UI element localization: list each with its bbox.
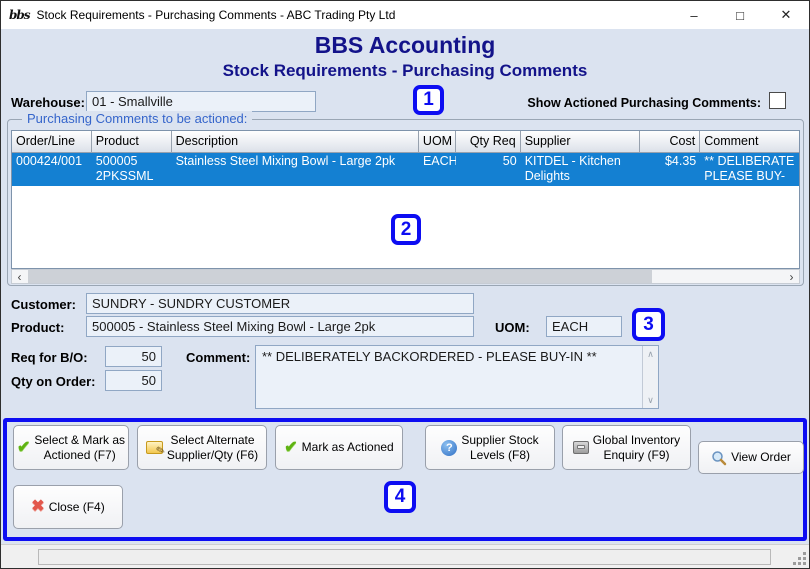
- cell-product: 500005 2PKSSML: [95, 154, 154, 183]
- column-header-qty-req[interactable]: Qty Req: [456, 131, 521, 152]
- column-header-product[interactable]: Product: [92, 131, 172, 152]
- column-header-supplier[interactable]: Supplier: [521, 131, 641, 152]
- mark-actioned-button[interactable]: ✔ Mark as Actioned: [275, 425, 403, 470]
- annotation-4: 4: [384, 481, 416, 513]
- comment-vertical-scrollbar[interactable]: ∧ ∨: [642, 346, 658, 408]
- horizontal-scrollbar[interactable]: ‹ ›: [11, 269, 800, 284]
- status-bar: [1, 544, 809, 568]
- global-inventory-enquiry-button[interactable]: Global Inventory Enquiry (F9): [562, 425, 691, 470]
- column-header-order-line[interactable]: Order/Line: [12, 131, 92, 152]
- close-button[interactable]: ✖ Close (F4): [13, 485, 123, 529]
- cell-order-line: 000424/001: [16, 154, 83, 168]
- select-mark-actioned-button[interactable]: ✔ Select & Mark as Actioned (F7): [13, 425, 129, 470]
- annotation-3: 3: [632, 308, 665, 341]
- table-header-row: Order/Line Product Description UOM Qty R…: [12, 131, 799, 153]
- warehouse-field[interactable]: 01 - Smallville: [86, 91, 316, 112]
- status-panel: [38, 549, 771, 565]
- req-for-bo-label: Req for B/O:: [11, 350, 88, 365]
- magnifier-icon: [711, 450, 727, 466]
- scroll-left-icon[interactable]: ‹: [12, 270, 27, 284]
- column-header-description[interactable]: Description: [172, 131, 419, 152]
- annotation-2: 2: [391, 214, 421, 245]
- cell-cost: $4.35: [664, 154, 697, 168]
- uom-label: UOM:: [495, 320, 530, 335]
- close-window-button[interactable]: ✕: [763, 1, 809, 29]
- check-icon: ✔: [16, 438, 31, 456]
- app-title: BBS Accounting: [314, 32, 496, 58]
- resize-grip[interactable]: [793, 552, 806, 565]
- column-header-comment[interactable]: Comment: [700, 131, 799, 152]
- supplier-stock-levels-button[interactable]: ? Supplier Stock Levels (F8): [425, 425, 555, 470]
- comment-label: Comment:: [186, 350, 251, 365]
- maximize-button[interactable]: □: [717, 1, 763, 29]
- warehouse-label: Warehouse:: [11, 95, 85, 110]
- window-title: Stock Requirements - Purchasing Comments…: [36, 8, 396, 22]
- comments-table: Order/Line Product Description UOM Qty R…: [11, 130, 800, 269]
- product-label: Product:: [11, 320, 65, 335]
- customer-label: Customer:: [11, 297, 77, 312]
- cell-uom: EACH: [422, 154, 456, 168]
- bbs-logo-icon: bbs: [9, 8, 31, 22]
- question-icon: ?: [441, 439, 458, 456]
- note-pencil-icon: ✎: [145, 441, 166, 458]
- product-field[interactable]: 500005 - Stainless Steel Mixing Bowl - L…: [86, 316, 474, 337]
- groupbox-title: Purchasing Comments to be actioned:: [22, 111, 253, 126]
- scroll-down-icon[interactable]: ∨: [643, 393, 658, 407]
- cell-description: Stainless Steel Mixing Bowl - Large 2pk: [175, 154, 396, 168]
- comment-text: ** DELIBERATELY BACKORDERED - PLEASE BUY…: [262, 349, 597, 364]
- table-row[interactable]: 000424/001 500005 2PKSSML Stainless Stee…: [12, 153, 799, 186]
- qty-on-order-field[interactable]: 50: [105, 370, 162, 391]
- screen-title: Stock Requirements - Purchasing Comments: [222, 61, 588, 80]
- show-actioned-label: Show Actioned Purchasing Comments:: [527, 96, 761, 110]
- customer-field[interactable]: SUNDRY - SUNDRY CUSTOMER: [86, 293, 474, 314]
- scrollbar-thumb[interactable]: [28, 270, 652, 283]
- check-icon: ✔: [284, 438, 298, 456]
- close-x-icon: ✖: [31, 498, 45, 515]
- uom-field[interactable]: EACH: [546, 316, 622, 337]
- minimize-button[interactable]: –: [671, 1, 717, 29]
- show-actioned-checkbox[interactable]: [769, 92, 786, 109]
- title-bar: bbs Stock Requirements - Purchasing Comm…: [1, 1, 809, 29]
- scroll-right-icon[interactable]: ›: [784, 270, 799, 284]
- scroll-up-icon[interactable]: ∧: [643, 347, 658, 361]
- annotation-1: 1: [413, 85, 444, 115]
- qty-on-order-label: Qty on Order:: [11, 374, 96, 389]
- comment-textarea[interactable]: ** DELIBERATELY BACKORDERED - PLEASE BUY…: [255, 345, 659, 409]
- column-header-uom[interactable]: UOM: [419, 131, 456, 152]
- app-window: bbs Stock Requirements - Purchasing Comm…: [0, 0, 810, 569]
- cell-supplier: KITDEL - Kitchen Delights: [524, 154, 621, 183]
- view-order-button[interactable]: View Order: [698, 441, 804, 474]
- req-for-bo-field[interactable]: 50: [105, 346, 162, 367]
- inventory-box-icon: [572, 441, 589, 454]
- cell-comment: ** DELIBERATE PLEASE BUY-IN: [704, 154, 795, 186]
- select-alternate-supplier-button[interactable]: ✎ Select Alternate Supplier/Qty (F6): [137, 425, 267, 470]
- column-header-cost[interactable]: Cost: [640, 131, 701, 152]
- cell-qty-req: 50: [502, 154, 517, 168]
